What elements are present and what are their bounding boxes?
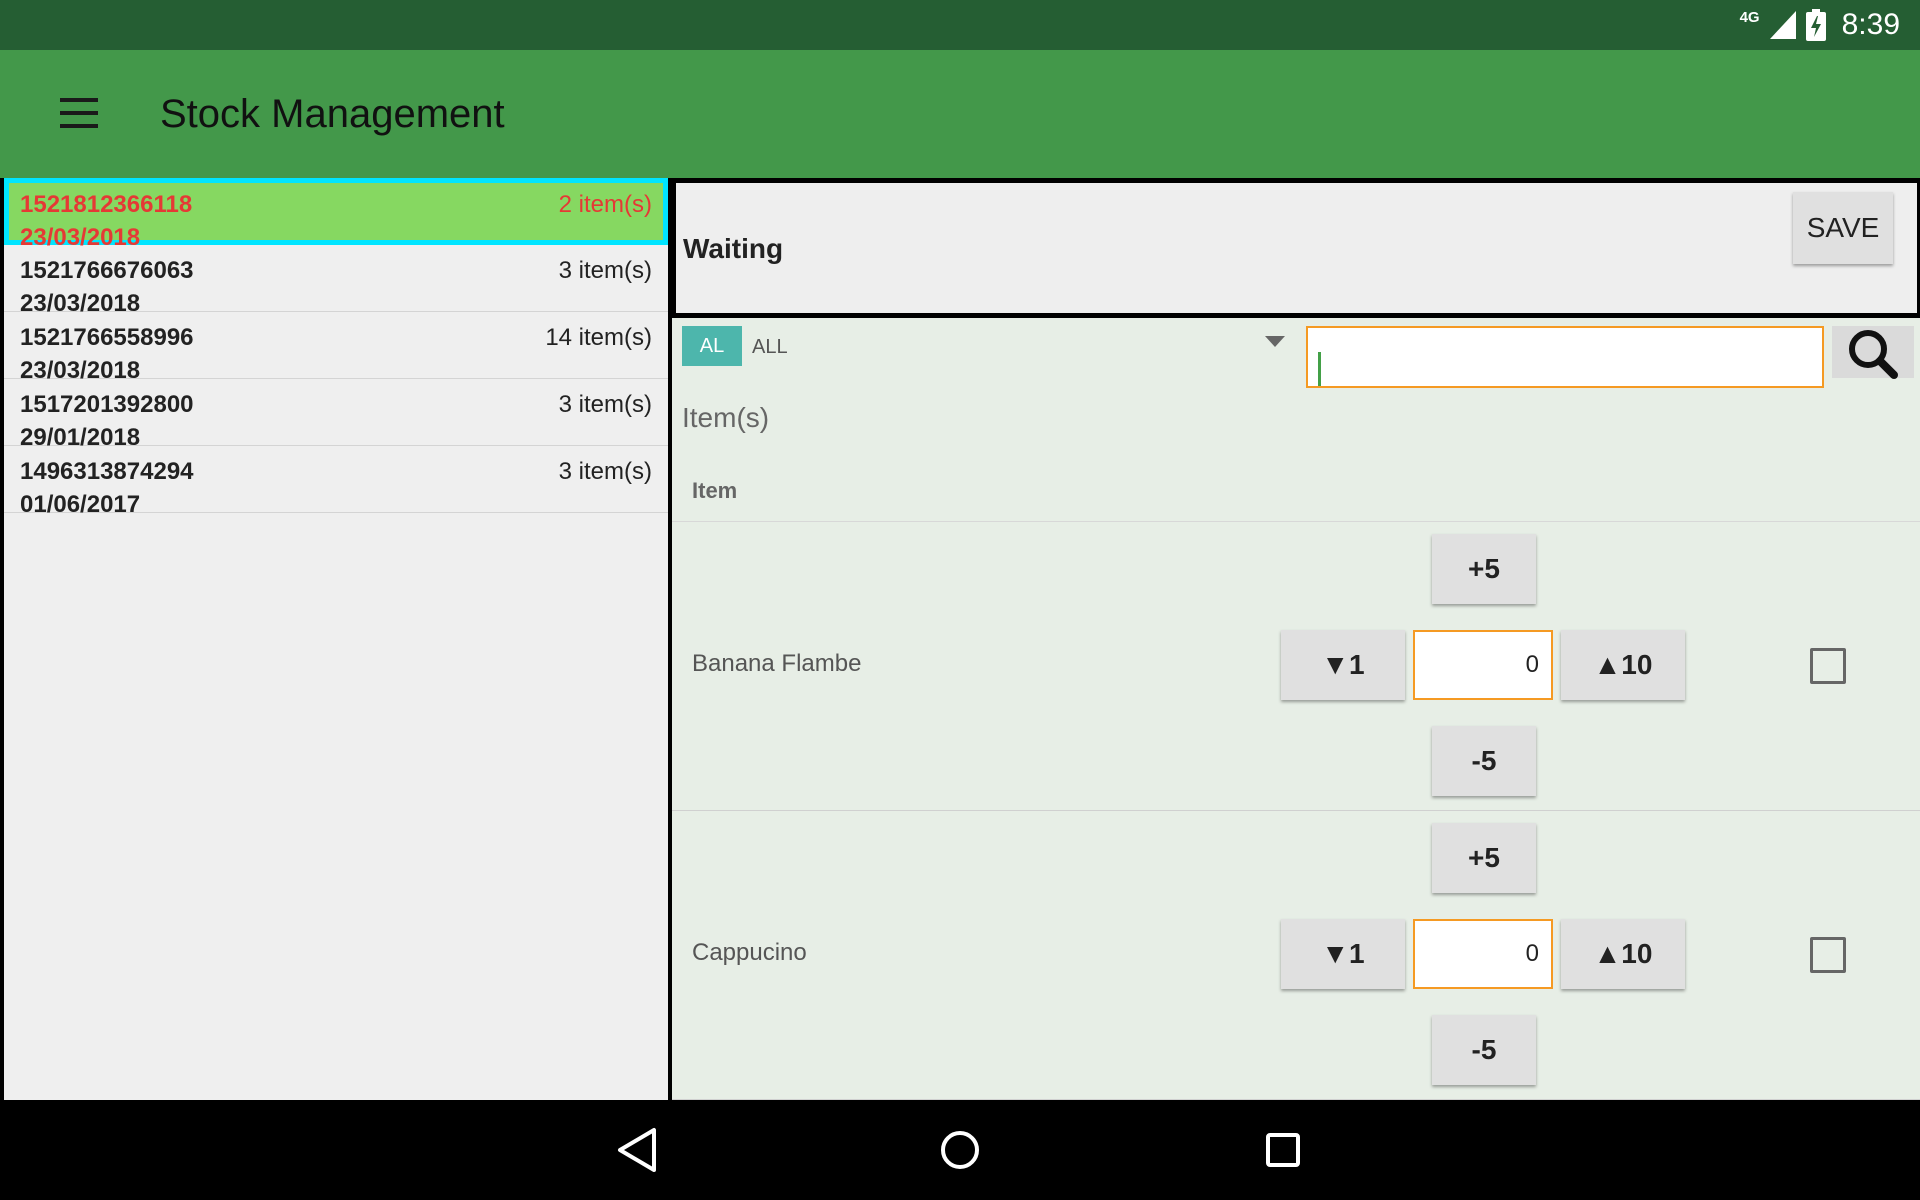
home-icon[interactable]: [928, 1118, 992, 1182]
order-id: 1521766676063: [20, 257, 194, 284]
order-item-count: 2 item(s): [558, 191, 652, 218]
column-header-item: Item: [692, 478, 738, 503]
clock: 8:39: [1841, 8, 1900, 41]
order-header: Waiting SAVE: [674, 180, 1920, 316]
category-badge: AL: [682, 326, 742, 366]
order-date: 01/06/2017: [20, 491, 141, 518]
battery-charging-icon: [1805, 9, 1826, 41]
order-row[interactable]: 1521766676063 23/03/2018 3 item(s): [4, 245, 668, 317]
search-button[interactable]: [1832, 326, 1914, 379]
decrement-one-button[interactable]: ▼1: [1281, 919, 1405, 989]
plus-five-button[interactable]: +5: [1432, 534, 1536, 604]
order-row[interactable]: 1521812366118 23/03/2018 2 item(s): [4, 178, 668, 251]
item-name: Cappucino: [692, 939, 807, 966]
magnifier-icon: [1849, 330, 1898, 379]
decrement-one-button[interactable]: ▼1: [1281, 630, 1405, 700]
save-button[interactable]: SAVE: [1793, 192, 1893, 264]
order-status: Waiting: [683, 233, 784, 264]
back-icon[interactable]: [606, 1118, 670, 1182]
order-row[interactable]: 1496313874294 01/06/2017 3 item(s): [4, 446, 668, 518]
search-input[interactable]: [1306, 326, 1824, 388]
minus-five-button[interactable]: -5: [1432, 726, 1536, 796]
order-item-count: 3 item(s): [558, 458, 652, 485]
item-checkbox[interactable]: [1810, 937, 1846, 973]
status-icons: 4G 8:39: [1740, 0, 1900, 50]
signal-icon: [1769, 11, 1796, 39]
order-item-count: 3 item(s): [558, 257, 652, 284]
items-panel: AL ALL Item(s) Item Banana Flambe +5 ▼1 …: [672, 318, 1920, 1100]
increment-ten-button[interactable]: ▲10: [1561, 630, 1685, 700]
items-heading: Item(s): [682, 402, 770, 433]
order-id: 1521766558996: [20, 324, 194, 351]
item-name: Banana Flambe: [692, 650, 862, 677]
category-selected: ALL: [752, 336, 788, 358]
app-title: Stock Management: [160, 92, 505, 136]
orders-list: 1521812366118 23/03/2018 2 item(s) 15217…: [4, 178, 668, 1100]
minus-five-button[interactable]: -5: [1432, 1015, 1536, 1085]
item-checkbox[interactable]: [1810, 648, 1846, 684]
recents-icon[interactable]: [1251, 1118, 1315, 1182]
app-bar: Stock Management: [0, 50, 1920, 178]
order-id: 1517201392800: [20, 391, 194, 418]
order-id: 1521812366118: [20, 191, 193, 218]
quantity-input[interactable]: [1413, 919, 1553, 989]
text-cursor: [1318, 352, 1321, 386]
increment-ten-button[interactable]: ▲10: [1561, 919, 1685, 989]
plus-five-button[interactable]: +5: [1432, 823, 1536, 893]
order-id: 1496313874294: [20, 458, 194, 485]
order-item-count: 14 item(s): [545, 324, 652, 351]
dropdown-arrow-icon[interactable]: [1265, 336, 1285, 347]
status-bar: 4G 8:39: [0, 0, 1920, 50]
item-row: Cappucino +5 ▼1 ▲10 -5: [672, 811, 1920, 1100]
order-row[interactable]: 1521766558996 23/03/2018 14 item(s): [4, 312, 668, 384]
order-row[interactable]: 1517201392800 29/01/2018 3 item(s): [4, 379, 668, 451]
navigation-bar: [0, 1100, 1920, 1200]
order-item-count: 3 item(s): [558, 391, 652, 418]
item-row: Banana Flambe +5 ▼1 ▲10 -5: [672, 522, 1920, 811]
hamburger-menu-icon[interactable]: [52, 90, 108, 138]
quantity-input[interactable]: [1413, 630, 1553, 700]
network-type-label: 4G: [1739, 8, 1760, 26]
